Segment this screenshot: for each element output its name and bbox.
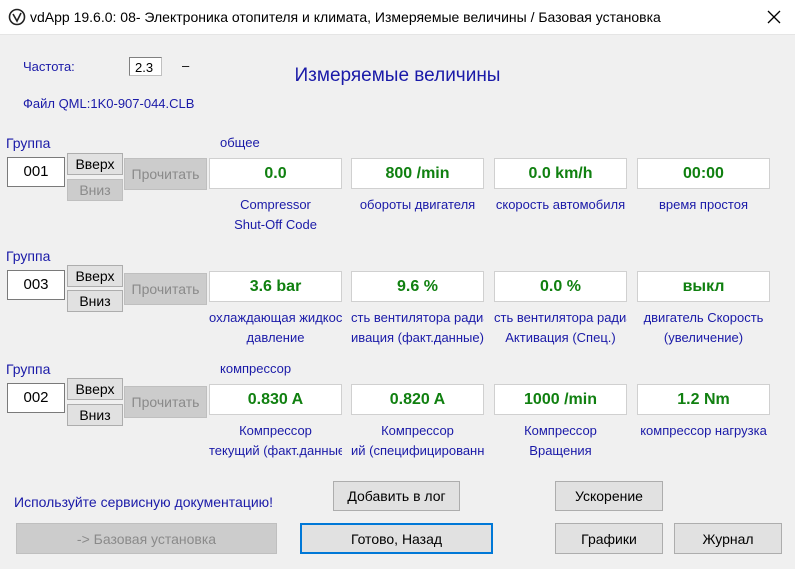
group-down-button[interactable]: Вниз: [67, 290, 123, 312]
measured-value: 0.820 A: [351, 384, 484, 415]
value-description: компрессор нагрузка: [640, 423, 767, 438]
group-down-button[interactable]: Вниз: [67, 404, 123, 426]
measured-value: 9.6 %: [351, 271, 484, 302]
group-label: Группа: [6, 248, 51, 264]
service-documentation-notice: Используйте сервисную документацию!: [14, 494, 274, 510]
value-description: скорость автомобиля: [495, 197, 626, 212]
value-description: охлаждающая жидкость давление: [209, 310, 342, 345]
value-description: Compressor Shut-Off Code: [234, 197, 317, 232]
app-logo-icon: [8, 8, 26, 26]
group-up-button[interactable]: Вверх: [67, 153, 123, 175]
value-description: Компрессорий (специфицированный): [351, 423, 484, 458]
page-title: Измеряемые величины: [294, 65, 501, 86]
title-bar: vdApp 19.6.0: 08- Электроника отопителя …: [0, 0, 795, 35]
group-number-input[interactable]: 002: [7, 383, 65, 413]
group-number-input[interactable]: 003: [7, 270, 65, 300]
value-description: сть вентилятора радиатораАктивация (Спец…: [494, 310, 627, 345]
measured-value: 0.830 A: [209, 384, 342, 415]
group-number-input[interactable]: 001: [7, 157, 65, 187]
graphs-button[interactable]: Графики: [555, 523, 663, 554]
value-description: двигатель Скорость (увеличение): [643, 310, 764, 345]
measured-value: 800 /min: [351, 158, 484, 189]
measured-value: 1.2 Nm: [637, 384, 770, 415]
close-window-button[interactable]: [752, 0, 795, 34]
group-caption: общее: [220, 135, 260, 150]
qml-file-label: Файл QML:1K0-907-044.CLB: [23, 96, 195, 111]
value-description: Компрессор текущий (факт.данные): [209, 423, 342, 458]
group-read-button[interactable]: Прочитать: [124, 386, 207, 418]
value-description: Компрессор Вращения: [524, 423, 597, 458]
group-label: Группа: [6, 135, 51, 151]
measured-value: 0.0 km/h: [494, 158, 627, 189]
done-back-button[interactable]: Готово, Назад: [300, 523, 493, 554]
measured-value: 0.0: [209, 158, 342, 189]
group-up-button[interactable]: Вверх: [67, 378, 123, 400]
measured-value: 0.0 %: [494, 271, 627, 302]
group-read-button[interactable]: Прочитать: [124, 158, 207, 190]
group-label: Группа: [6, 361, 51, 377]
value-description: время простоя: [658, 197, 749, 212]
journal-button[interactable]: Журнал: [674, 523, 782, 554]
group-read-button[interactable]: Прочитать: [124, 273, 207, 305]
measured-value: 3.6 bar: [209, 271, 342, 302]
measured-value: 00:00: [637, 158, 770, 189]
basic-setting-button[interactable]: -> Базовая установка: [16, 523, 277, 554]
group-down-button[interactable]: Вниз: [67, 179, 123, 201]
measured-value: 1000 /min: [494, 384, 627, 415]
group-caption: компрессор: [220, 361, 292, 376]
value-description: обороты двигателя: [359, 197, 476, 212]
close-icon: [767, 10, 780, 24]
value-description: сть вентилятора радиатораивация (факт.да…: [351, 310, 484, 345]
window-title: vdApp 19.6.0: 08- Электроника отопителя …: [30, 9, 661, 25]
group-up-button[interactable]: Вверх: [67, 265, 123, 287]
add-to-log-button[interactable]: Добавить в лог: [333, 481, 460, 511]
measured-value: выкл: [637, 271, 770, 302]
acceleration-button[interactable]: Ускорение: [555, 481, 663, 511]
